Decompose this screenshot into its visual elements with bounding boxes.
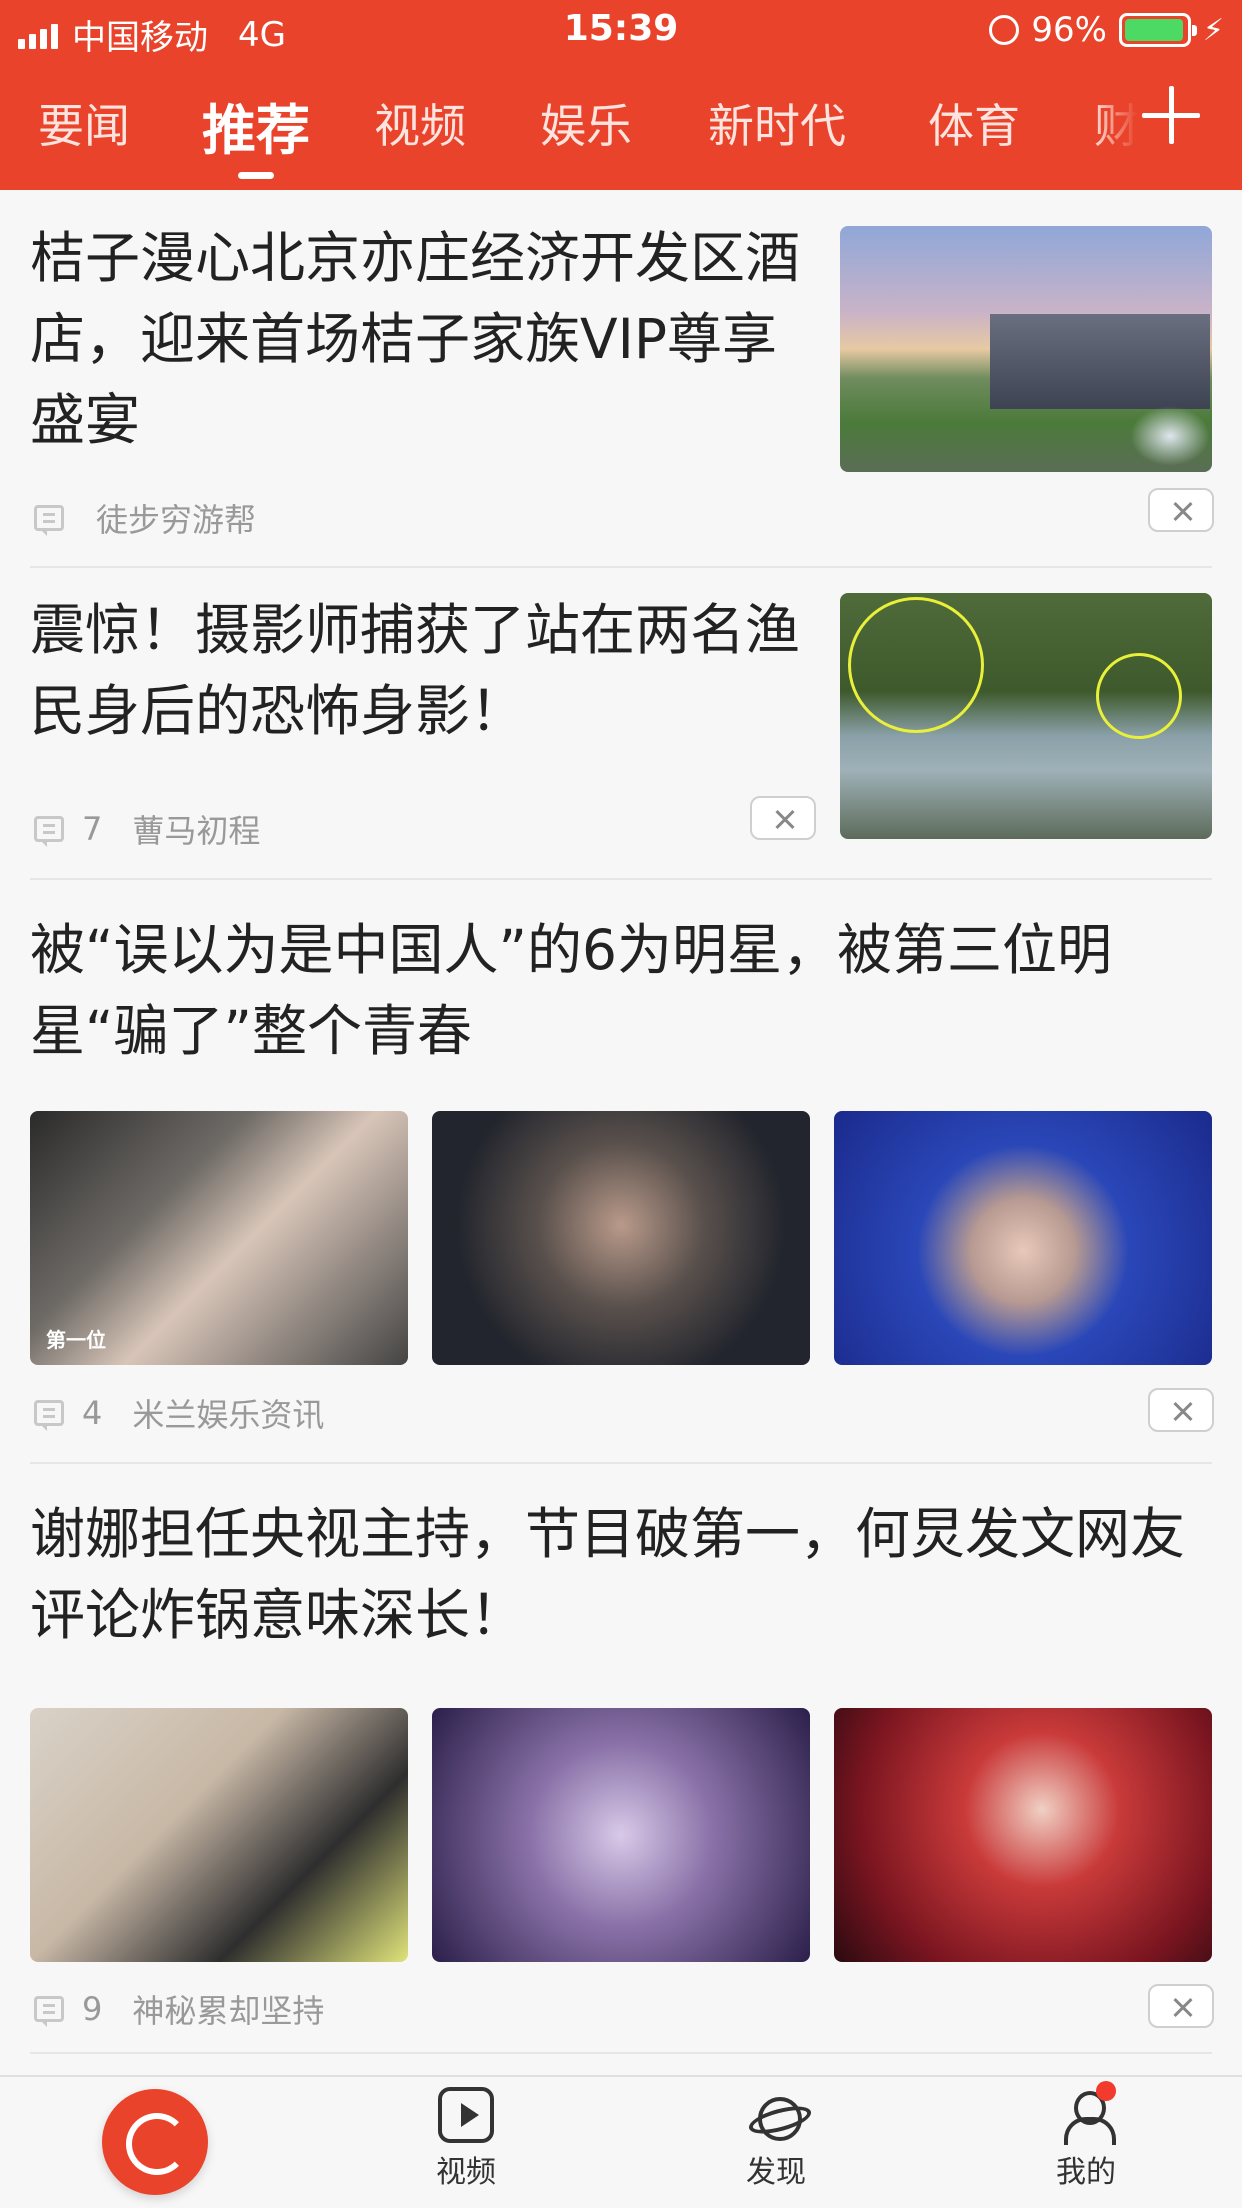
play-icon (438, 2087, 494, 2143)
nav-video-label: 视频 (436, 2155, 496, 2190)
comment-count: 7 (82, 810, 103, 848)
news-item[interactable]: 被“误以为是中国人”的6为明星，被第三位明星“骗了”整个青春 第一位 4 米兰娱… (30, 880, 1214, 1464)
news-item[interactable]: 谢娜担任央视主持，节目破第一，何炅发文网友评论炸锅意味深长！ 9 神秘累却坚持 (30, 1464, 1214, 2054)
channel-tabs: 要闻 推荐 视频 娱乐 新时代 体育 财 (0, 62, 1242, 190)
planet-icon (748, 2087, 804, 2143)
nav-me-label: 我的 (1056, 2155, 1116, 2190)
news-meta: 徒步穷游帮 (34, 495, 256, 541)
comment-icon (34, 505, 64, 536)
news-title[interactable]: 桔子漫心北京亦庄经济开发区酒店，迎来首场桔子家族VIP尊享盛宴 (30, 218, 800, 461)
news-item[interactable]: 震惊！摄影师捕获了站在两名渔民身后的恐怖身影！ 7 蓸马初程 (30, 568, 1212, 880)
news-meta: 9 神秘累却坚持 (34, 1986, 324, 2032)
news-meta: 7 蓸马初程 (34, 806, 260, 852)
source-name: 米兰娱乐资讯 (132, 1396, 325, 1434)
news-image[interactable]: 第一位 (30, 1111, 408, 1365)
news-image[interactable] (432, 1111, 810, 1365)
battery-percent: 96% (1031, 10, 1107, 50)
source-name: 神秘累却坚持 (132, 1992, 325, 2030)
news-thumbnail[interactable] (840, 226, 1212, 472)
dismiss-button[interactable] (1148, 1388, 1214, 1432)
tab-xinshidai[interactable]: 新时代 (708, 90, 846, 156)
notification-dot (1096, 2081, 1116, 2101)
news-image[interactable] (834, 1708, 1212, 1962)
header: 中国移动 4G 15:39 96% ⚡ 要闻 推荐 视频 娱乐 新时代 体育 财 (0, 0, 1242, 190)
nav-discover-label: 发现 (746, 2155, 806, 2190)
rotation-lock-icon (989, 15, 1020, 45)
tab-yaowen[interactable]: 要闻 (38, 90, 130, 156)
comment-icon (34, 1400, 64, 1431)
charging-icon: ⚡ (1202, 12, 1224, 48)
tab-tiyu[interactable]: 体育 (928, 90, 1020, 156)
news-image[interactable] (834, 1111, 1212, 1365)
add-channel-button[interactable] (1136, 80, 1206, 150)
bottom-nav: 视频 发现 我的 (0, 2075, 1242, 2208)
active-tab-indicator (238, 172, 274, 179)
nav-discover[interactable]: 发现 (716, 2087, 836, 2191)
news-title[interactable]: 谢娜担任央视主持，节目破第一，何炅发文网友评论炸锅意味深长！ (30, 1494, 1212, 1656)
comment-count: 9 (82, 1990, 103, 2028)
comment-icon (34, 1996, 64, 2027)
news-item[interactable]: 桔子漫心北京亦庄经济开发区酒店，迎来首场桔子家族VIP尊享盛宴 徒步穷游帮 (30, 190, 1214, 568)
image-badge: 第一位 (46, 1328, 106, 1352)
dismiss-button[interactable] (1148, 488, 1214, 532)
news-image[interactable] (432, 1708, 810, 1962)
comment-icon (34, 816, 64, 847)
news-title[interactable]: 被“误以为是中国人”的6为明星，被第三位明星“骗了”整个青春 (30, 910, 1212, 1072)
news-image[interactable] (30, 1708, 408, 1962)
tab-tuijian[interactable]: 推荐 (202, 86, 310, 165)
nav-video[interactable]: 视频 (406, 2087, 526, 2191)
nav-me[interactable]: 我的 (1026, 2081, 1146, 2191)
source-name: 徒步穷游帮 (96, 501, 257, 539)
source-name: 蓸马初程 (132, 812, 261, 850)
tab-yule[interactable]: 娱乐 (540, 90, 632, 156)
news-feed[interactable]: 桔子漫心北京亦庄经济开发区酒店，迎来首场桔子家族VIP尊享盛宴 徒步穷游帮 震惊… (0, 190, 1242, 2075)
news-thumbnail[interactable] (840, 593, 1212, 839)
news-title[interactable]: 震惊！摄影师捕获了站在两名渔民身后的恐怖身影！ (30, 590, 810, 752)
dismiss-button[interactable] (750, 796, 816, 840)
comment-count: 4 (82, 1394, 103, 1432)
refresh-button[interactable] (102, 2089, 208, 2195)
battery-icon (1118, 13, 1197, 47)
tab-shipin[interactable]: 视频 (374, 90, 466, 156)
user-icon (1058, 2081, 1116, 2145)
dismiss-button[interactable] (1148, 1984, 1214, 2028)
news-meta: 4 米兰娱乐资讯 (34, 1390, 324, 1436)
status-bar: 中国移动 4G 15:39 96% ⚡ (0, 0, 1242, 62)
